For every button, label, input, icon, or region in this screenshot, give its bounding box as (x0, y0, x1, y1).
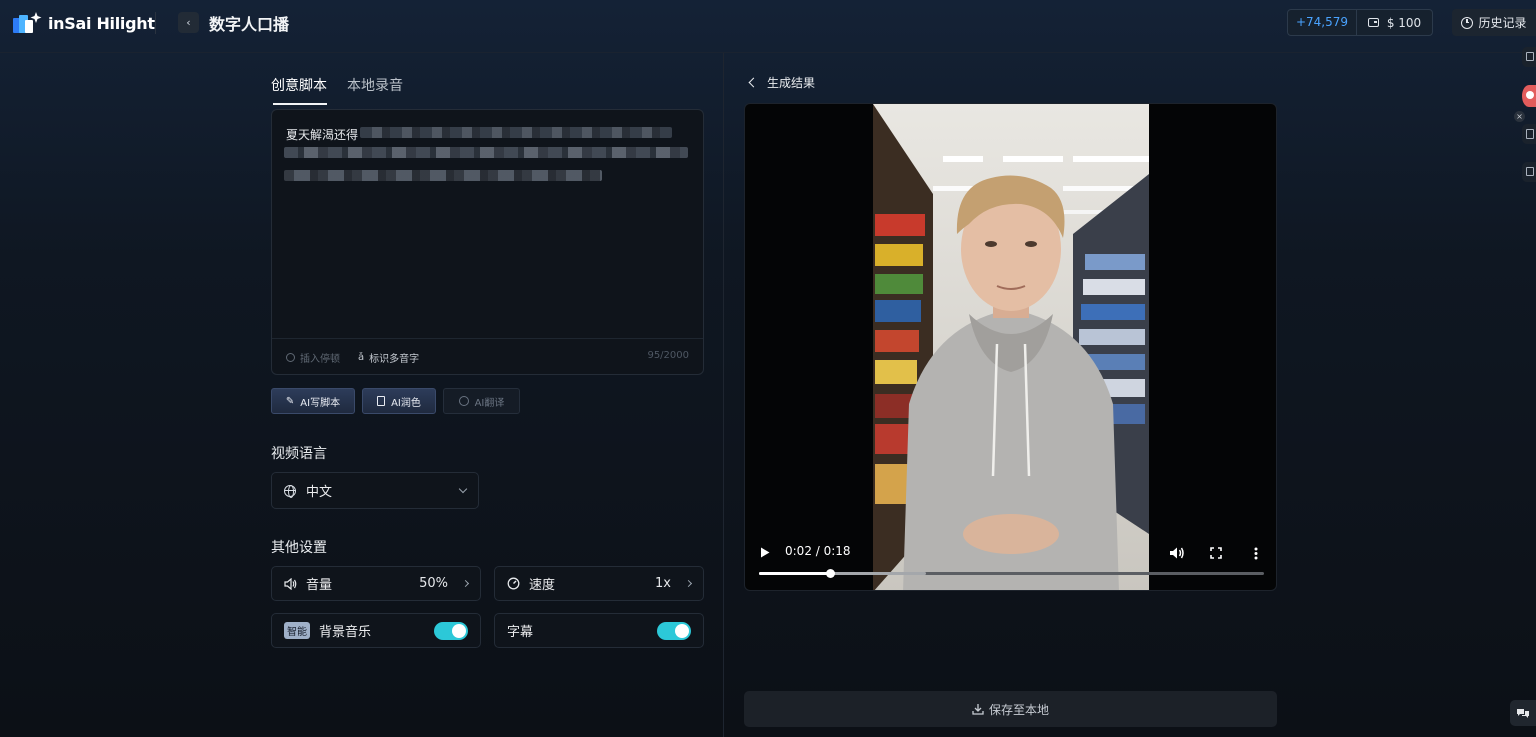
chat-bubble-icon (1517, 709, 1529, 718)
volume-value: 50% (419, 576, 448, 591)
progress-fill (759, 572, 830, 575)
header-divider (155, 12, 156, 34)
wallet-amount: $ 100 (1386, 15, 1422, 30)
ai-write-button[interactable]: ✎ AI写脚本 (271, 388, 355, 414)
insert-pause-label: 插入停顿 (300, 354, 340, 365)
char-count: 95/2000 (647, 350, 689, 361)
subtitle-toggle[interactable] (657, 621, 691, 640)
polyphonic-button[interactable]: ǎ 标识多音字 (358, 350, 419, 365)
page-title: 数字人口播 (209, 15, 290, 34)
translate-icon (458, 396, 469, 406)
editor-footer-divider (272, 338, 703, 339)
ai-tools: ✎ AI写脚本 AI润色 AI翻译 (271, 388, 520, 414)
wallet-icon (1367, 18, 1379, 27)
ai-write-label: AI写脚本 (300, 397, 341, 409)
chevron-down-icon (458, 484, 468, 493)
side-tool-message[interactable] (1522, 162, 1536, 182)
script-tabs: 创意脚本 本地录音 (271, 75, 403, 105)
language-select[interactable]: 中文 (271, 472, 479, 509)
video-language-title: 视频语言 (271, 446, 327, 462)
wallet-balance[interactable]: $ 100 (1357, 16, 1432, 30)
speed-label: 速度 (529, 578, 556, 593)
redacted-text (284, 170, 602, 181)
save-local-button[interactable]: 保存至本地 (744, 691, 1277, 727)
video-player[interactable]: 0:02 / 0:18 (744, 103, 1277, 591)
result-header[interactable]: 生成结果 (748, 74, 816, 91)
volume-icon[interactable] (1169, 546, 1185, 560)
back-button[interactable]: ‹ (178, 12, 199, 33)
subtitle-setting: 字幕 (494, 613, 704, 648)
close-icon[interactable]: × (1514, 111, 1525, 122)
insert-pause-button[interactable]: 插入停顿 (286, 350, 340, 365)
side-tool-grid[interactable] (1522, 47, 1536, 67)
history-label: 历史记录 (1478, 16, 1527, 30)
speaker-icon (284, 577, 297, 590)
magic-wand-icon: ✎ (285, 395, 295, 407)
progress-track[interactable] (759, 569, 1264, 578)
history-button[interactable]: 历史记录 (1452, 9, 1536, 36)
ai-translate-label: AI翻译 (474, 397, 505, 409)
script-visible-text: 夏天解渴还得 (286, 128, 359, 142)
side-tool-doc[interactable] (1522, 124, 1536, 144)
chevron-right-icon (684, 579, 693, 588)
speedometer-icon (507, 577, 520, 590)
speed-value: 1x (655, 576, 671, 591)
progress-scrubber[interactable] (825, 569, 835, 578)
chevron-right-icon (461, 579, 470, 588)
time-display: 0:02 / 0:18 (785, 544, 851, 558)
history-clock-icon (1461, 16, 1474, 29)
result-title: 生成结果 (767, 76, 816, 90)
video-still (873, 104, 1149, 590)
logo-mark-icon (13, 12, 42, 33)
script-text[interactable]: 夏天解渴还得 (286, 126, 358, 143)
other-settings-title: 其他设置 (271, 540, 327, 556)
points-count[interactable]: +74,579 (1288, 10, 1357, 35)
ai-translate-button[interactable]: AI翻译 (443, 388, 520, 414)
speed-setting[interactable]: 速度 1x (494, 566, 704, 601)
save-label: 保存至本地 (988, 702, 1049, 717)
smart-badge: 智能 (284, 622, 310, 639)
redacted-text (360, 127, 672, 138)
bgm-label: 背景音乐 (319, 625, 372, 640)
ai-polish-label: AI润色 (391, 397, 421, 409)
polyphonic-icon: ǎ (358, 352, 365, 363)
header-bottom-line (0, 52, 1536, 53)
document-side-icon (1526, 129, 1534, 139)
logo-text: inSai Hilight (48, 13, 155, 33)
document-icon (377, 396, 386, 406)
globe-icon (284, 484, 296, 498)
top-bar: inSai Hilight ‹ 数字人口播 +74,579 $ 100 历史记录 (0, 0, 1536, 46)
more-options-icon[interactable] (1254, 547, 1258, 560)
message-icon (1526, 167, 1534, 176)
account-balance[interactable]: +74,579 $ 100 (1287, 9, 1433, 36)
app-logo[interactable]: inSai Hilight (12, 10, 155, 36)
video-frame (873, 104, 1149, 590)
bgm-setting: 智能 背景音乐 (271, 613, 481, 648)
bgm-toggle[interactable] (434, 621, 468, 640)
tab-local-recording[interactable]: 本地录音 (347, 75, 403, 103)
panel-divider (723, 53, 724, 737)
side-tool-assistant[interactable] (1522, 85, 1536, 107)
chevron-left-icon: ‹ (186, 16, 191, 29)
polyphonic-label: 标识多音字 (369, 354, 420, 365)
volume-label: 音量 (306, 578, 333, 593)
fullscreen-icon[interactable] (1210, 547, 1222, 559)
chevron-left-icon (748, 77, 759, 88)
grid-icon (1526, 52, 1534, 61)
video-controls: 0:02 / 0:18 (745, 536, 1276, 590)
redacted-text (284, 147, 688, 158)
pause-clock-icon (286, 353, 295, 362)
ai-polish-button[interactable]: AI润色 (362, 388, 436, 414)
volume-setting[interactable]: 音量 50% (271, 566, 481, 601)
tab-creative-script[interactable]: 创意脚本 (271, 75, 327, 105)
download-icon (972, 704, 984, 715)
language-value: 中文 (306, 485, 333, 500)
assistant-avatar-icon (1526, 91, 1534, 99)
play-icon[interactable] (760, 547, 770, 558)
script-editor[interactable]: 夏天解渴还得 插入停顿 ǎ 标识多音字 95/2000 (271, 109, 704, 375)
chat-support-button[interactable] (1510, 700, 1536, 726)
subtitle-label: 字幕 (507, 625, 534, 640)
